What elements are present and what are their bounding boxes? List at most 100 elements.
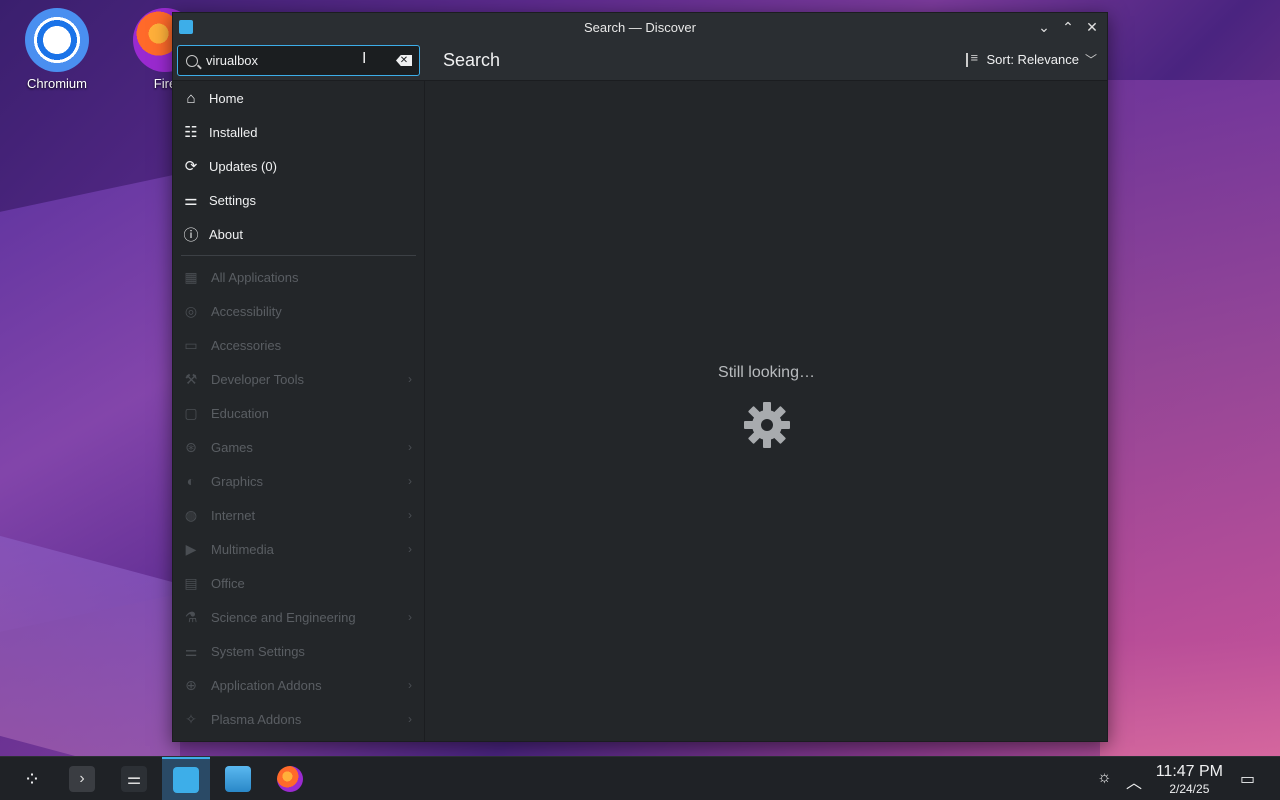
brightness-icon[interactable]: ☼ bbox=[1097, 769, 1112, 787]
firefox-icon bbox=[277, 766, 303, 792]
chromium-icon bbox=[25, 8, 89, 72]
chevron-up-icon[interactable]: ︿ bbox=[1126, 769, 1142, 793]
briefcase-icon: ▭ bbox=[184, 336, 198, 353]
taskbar-file-manager[interactable] bbox=[214, 757, 262, 800]
settings-icon: ⚌ bbox=[184, 192, 198, 209]
maximize-button[interactable]: ⌃ bbox=[1059, 17, 1077, 37]
taskbar-system-settings[interactable]: ⚌ bbox=[110, 757, 158, 800]
sort-label: Sort: Relevance bbox=[986, 52, 1079, 67]
desktop-icon-chromium[interactable]: Chromium bbox=[22, 8, 92, 91]
minimize-button[interactable]: ⌄ bbox=[1035, 17, 1053, 37]
chevron-right-icon: › bbox=[408, 542, 412, 556]
category-internet: ◍ Internet › bbox=[173, 498, 424, 532]
clock[interactable]: 11:47 PM 2/24/25 bbox=[1156, 763, 1223, 796]
category-label: Multimedia bbox=[211, 541, 274, 557]
category-multimedia: ▶ Multimedia › bbox=[173, 532, 424, 566]
sidebar-item-settings[interactable]: ⚌ Settings bbox=[173, 183, 424, 217]
sidebar-item-label: About bbox=[209, 226, 243, 242]
accessibility-icon: ◎ bbox=[184, 302, 198, 319]
clock-time: 11:47 PM bbox=[1155, 763, 1223, 780]
taskbar-discover[interactable] bbox=[162, 757, 210, 800]
home-icon: ⌂ bbox=[186, 89, 196, 107]
category-label: Plasma Addons bbox=[211, 711, 302, 727]
taskbar-firefox[interactable] bbox=[266, 757, 314, 800]
category-label: Internet bbox=[211, 507, 256, 523]
category-plasma-addons: ✧ Plasma Addons › bbox=[173, 702, 424, 736]
toolbar: I ✕ Search Sort: Relevance ﹀ bbox=[173, 41, 1107, 81]
close-button[interactable]: ✕ bbox=[1083, 17, 1101, 37]
application-launcher-button[interactable]: ⁘ bbox=[8, 757, 56, 800]
taskbar: ⁘ › ⚌ ☼ ︿ 11:47 PM 2/24/25 ▭ bbox=[0, 756, 1280, 800]
discover-window: Search — Discover ⌄ ⌃ ✕ I ✕ Search Sort:… bbox=[172, 12, 1108, 742]
education-icon: ▢ bbox=[184, 404, 198, 421]
title-bar[interactable]: Search — Discover ⌄ ⌃ ✕ bbox=[173, 13, 1107, 41]
sidebar-item-about[interactable]: ⓘ About bbox=[173, 217, 424, 251]
graphics-icon: ◐ bbox=[186, 473, 196, 489]
search-field[interactable]: I ✕ bbox=[177, 45, 420, 76]
desktop-icon-label: Chromium bbox=[27, 76, 87, 91]
addon-icon: ⊕ bbox=[185, 676, 197, 693]
sidebar-item-label: Settings bbox=[209, 192, 256, 208]
sidebar-item-updates[interactable]: ⟳ Updates (0) bbox=[173, 149, 424, 183]
gamepad-icon: ⊛ bbox=[185, 438, 197, 455]
sidebar-item-label: Updates (0) bbox=[209, 158, 277, 174]
gear-icon bbox=[744, 402, 790, 448]
sidebar: ⌂ Home ☷ Installed ⟳ Updates (0) ⚌ Setti… bbox=[173, 81, 425, 741]
sidebar-item-label: Home bbox=[209, 90, 244, 106]
page-title: Search bbox=[443, 50, 501, 70]
category-label: Developer Tools bbox=[211, 371, 304, 387]
globe-icon: ◍ bbox=[184, 506, 198, 523]
category-developer-tools: ⚒ Developer Tools › bbox=[173, 362, 424, 396]
category-label: Science and Engineering bbox=[211, 609, 356, 625]
chevron-right-icon: › bbox=[408, 610, 412, 624]
main-content: Still looking… bbox=[426, 81, 1107, 741]
science-icon: ⚗ bbox=[184, 608, 198, 625]
search-icon bbox=[186, 54, 198, 67]
clear-search-icon[interactable]: ✕ bbox=[396, 55, 412, 66]
category-system-settings: ⚌ System Settings bbox=[173, 634, 424, 668]
sidebar-item-label: Installed bbox=[209, 124, 258, 140]
chevron-right-icon: › bbox=[408, 678, 412, 692]
chevron-right-icon: › bbox=[408, 440, 412, 454]
category-label: Accessories bbox=[211, 337, 282, 353]
category-accessibility: ◎ Accessibility bbox=[173, 294, 424, 328]
category-graphics: ◐ Graphics › bbox=[173, 464, 424, 498]
installed-icon: ☷ bbox=[184, 124, 198, 141]
launcher-icon: ⁘ bbox=[23, 768, 41, 791]
discover-app-icon[interactable] bbox=[179, 20, 193, 34]
chevron-right-icon: › bbox=[408, 712, 412, 726]
plasma-icon: ✧ bbox=[185, 710, 197, 727]
category-label: Graphics bbox=[211, 473, 264, 489]
category-application-addons: ⊕ Application Addons › bbox=[173, 668, 424, 702]
wallpaper-shape bbox=[1100, 80, 1280, 780]
search-input[interactable] bbox=[206, 53, 386, 68]
discover-icon bbox=[173, 767, 199, 793]
category-education: ▢ Education bbox=[173, 396, 424, 430]
sidebar-item-installed[interactable]: ☷ Installed bbox=[173, 115, 424, 149]
system-settings-icon: ⚌ bbox=[121, 766, 147, 792]
category-label: Games bbox=[211, 439, 253, 455]
category-label: Accessibility bbox=[211, 303, 282, 319]
folder-icon bbox=[225, 766, 251, 792]
window-title: Search — Discover bbox=[584, 19, 696, 35]
category-science: ⚗ Science and Engineering › bbox=[173, 600, 424, 634]
sort-button[interactable]: Sort: Relevance ﹀ bbox=[966, 50, 1097, 68]
category-label: All Applications bbox=[211, 269, 299, 285]
multimedia-icon: ▶ bbox=[185, 540, 197, 557]
text-cursor-icon: I bbox=[362, 50, 367, 67]
sidebar-item-home[interactable]: ⌂ Home bbox=[173, 81, 424, 115]
category-label: System Settings bbox=[211, 643, 305, 659]
sort-icon bbox=[966, 50, 980, 67]
chevron-right-icon: › bbox=[408, 372, 412, 386]
terminal-icon: › bbox=[69, 766, 95, 792]
category-games: ⊛ Games › bbox=[173, 430, 424, 464]
category-office: ▤ Office bbox=[173, 566, 424, 600]
show-desktop-icon[interactable]: ▭ bbox=[1240, 769, 1255, 789]
chevron-right-icon: › bbox=[408, 508, 412, 522]
taskbar-terminal[interactable]: › bbox=[58, 757, 106, 800]
office-icon: ▤ bbox=[184, 574, 198, 591]
category-label: Application Addons bbox=[211, 677, 322, 693]
updates-icon: ⟳ bbox=[184, 158, 198, 175]
chevron-down-icon: ﹀ bbox=[1084, 53, 1097, 67]
loading-text: Still looking… bbox=[718, 364, 815, 381]
